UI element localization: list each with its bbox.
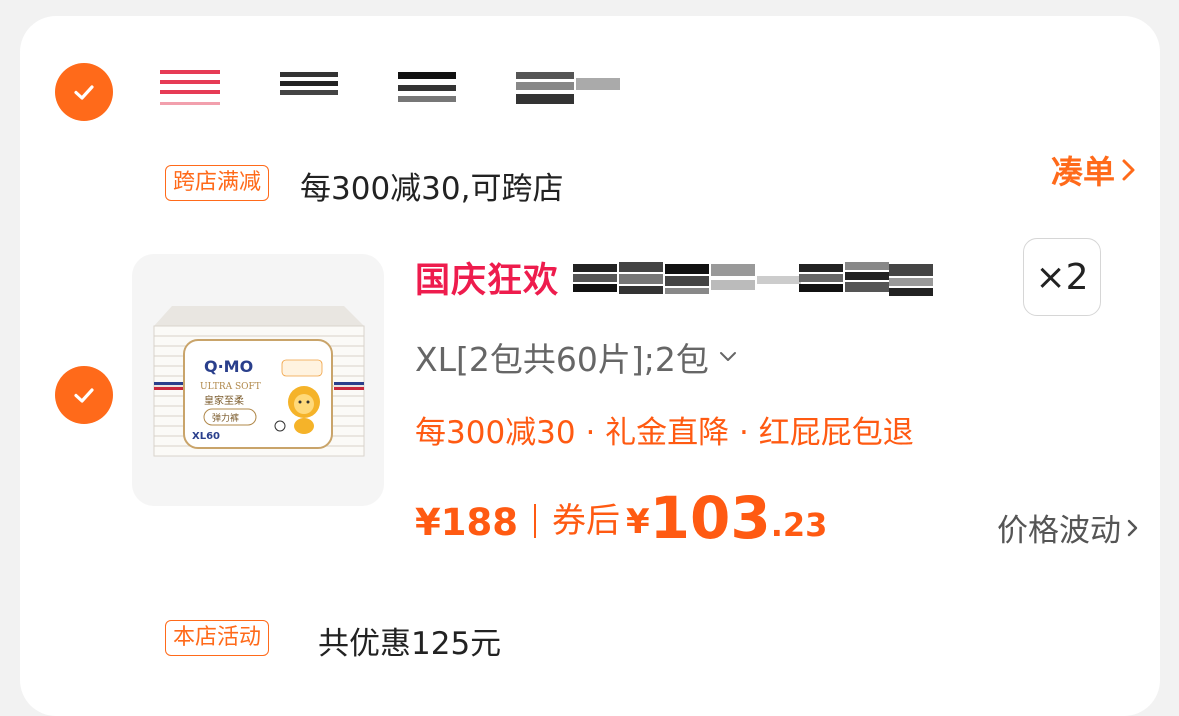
add-on-items-label: 凑单: [1050, 153, 1115, 191]
chevron-down-icon: [719, 352, 736, 361]
product-brand-text: Q·MO: [204, 357, 253, 376]
cross-store-discount-tag: 跨店满减: [165, 165, 270, 201]
after-coupon-label: 券后: [551, 501, 620, 541]
after-coupon-price-decimal: .23: [770, 506, 828, 544]
product-line2-text: 皇家至柔: [204, 394, 244, 407]
store-select-checkbox[interactable]: [55, 63, 113, 121]
product-size-text: XL60: [192, 431, 220, 442]
product-line1-text: ULTRA SOFT: [200, 382, 261, 392]
checkmark-icon: [74, 388, 94, 403]
sku-selector[interactable]: XL[2包共60片];2包: [415, 333, 739, 381]
product-title-redacted: [573, 261, 934, 296]
product-image[interactable]: Q·MO ULTRA SOFT 皇家至柔 弹力裤 XL60: [132, 254, 384, 506]
chevron-right-icon: [1122, 159, 1135, 181]
store-name-redacted[interactable]: [140, 56, 632, 106]
price-divider: [533, 504, 536, 538]
price-trend-label: 价格波动: [997, 513, 1121, 549]
sku-text: XL[2包共60片];2包: [415, 340, 709, 379]
festival-label: 国庆狂欢: [415, 261, 560, 301]
after-coupon-currency: ¥: [625, 502, 650, 542]
quantity-button[interactable]: ×2: [1023, 238, 1101, 316]
after-coupon-price-integer: 103: [649, 484, 771, 552]
price-row: ¥188 券后 ¥ 103 .23: [415, 488, 827, 548]
original-price: ¥188: [415, 501, 518, 544]
cross-store-promo-text: 每300减30,可跨店: [300, 171, 564, 207]
product-discounts: 每300减30 · 礼金直降 · 红屁屁包退: [415, 415, 914, 451]
product-select-checkbox[interactable]: [55, 366, 113, 424]
store-activity-tag: 本店活动: [165, 620, 270, 656]
price-trend-link[interactable]: 价格波动: [997, 505, 1141, 550]
add-on-items-link[interactable]: 凑单: [1051, 147, 1139, 193]
checkmark-icon: [74, 85, 94, 100]
product-title-line[interactable]: 国庆狂欢: [415, 252, 934, 303]
chevron-right-icon: [1127, 519, 1138, 536]
product-line3-text: 弹力裤: [212, 412, 239, 424]
store-activity-text: 共优惠125元: [318, 626, 502, 662]
